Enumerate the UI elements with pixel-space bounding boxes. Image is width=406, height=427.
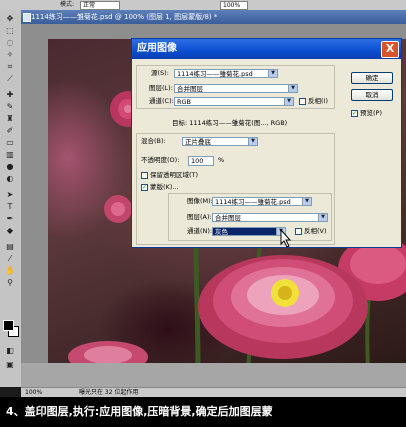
canvas-top-band (48, 24, 406, 39)
clone-stamp-icon[interactable]: ♜ (3, 114, 17, 123)
mask-layer-select[interactable]: 合并图层 ▼ (212, 213, 328, 222)
cancel-button[interactable]: 取消 (351, 89, 393, 101)
source-label: 源(S): (151, 69, 169, 77)
source-value: 1114练习——雏菊花.psd (177, 70, 253, 78)
channel-value: RGB (177, 98, 192, 106)
chevron-down-icon: ▼ (268, 70, 277, 77)
canvas-gutter (21, 24, 48, 363)
mouse-cursor-icon (280, 229, 292, 248)
pen-tool-icon[interactable]: ✒ (3, 214, 17, 223)
blending-label: 混合(B): (141, 137, 166, 145)
path-select-icon[interactable]: ➤ (3, 190, 17, 199)
document-icon (23, 13, 31, 22)
hand-tool-icon[interactable]: ✋ (3, 266, 17, 275)
shape-tool-icon[interactable]: ◆ (3, 226, 17, 235)
mask-invert-label: 反相(V) (304, 227, 327, 235)
preserve-transparency-label: 保留透明区域(T) (150, 171, 199, 179)
mask-image-value: 1114练习——雏菊花.psd (215, 198, 291, 206)
mask-invert-checkbox[interactable] (295, 228, 302, 235)
channel-label: 通道(C): (149, 97, 174, 105)
mode-label: 模式: (60, 1, 75, 8)
dodge-tool-icon[interactable]: ◐ (3, 174, 17, 183)
move-tool-icon[interactable]: ✥ (3, 14, 17, 23)
dialog-title: 应用图像 (137, 43, 177, 54)
mask-image-label: 图像(M): (187, 197, 213, 205)
daisy-main (198, 255, 368, 359)
foreground-color-swatch[interactable] (3, 320, 14, 331)
zoom-tool-icon[interactable]: ⚲ (3, 278, 17, 287)
mask-channel-value: 灰色 (215, 228, 228, 236)
channel-select[interactable]: RGB ▼ (174, 97, 294, 106)
healing-brush-icon[interactable]: ✚ (3, 90, 17, 99)
mode-select[interactable]: 正常 (80, 1, 120, 10)
tutorial-caption: 4、盖印图层,执行:应用图像,压暗背景,确定后加图层蒙 (0, 397, 406, 427)
chevron-down-icon: ▼ (318, 214, 327, 221)
blending-value: 正片叠底 (185, 138, 211, 146)
layer-label: 图层(L): (149, 84, 173, 92)
preview-checkbox[interactable]: ✓ (351, 110, 358, 117)
preview-label: 预览(P) (360, 109, 382, 117)
apply-image-dialog: 应用图像 X 源(S): 1114练习——雏菊花.psd ▼ 图层(L): 合并图… (131, 38, 402, 248)
source-select[interactable]: 1114练习——雏菊花.psd ▼ (174, 69, 278, 78)
type-tool-icon[interactable]: T (3, 202, 17, 211)
crop-tool-icon[interactable]: ⌗ (3, 62, 17, 71)
invert-label: 反相(I) (308, 97, 328, 105)
chevron-down-icon: ▼ (284, 98, 293, 105)
invert-checkbox[interactable] (299, 98, 306, 105)
marquee-tool-icon[interactable]: ⬚ (3, 26, 17, 35)
chevron-down-icon: ▼ (288, 85, 297, 92)
chevron-down-icon: ▼ (302, 198, 311, 205)
preserve-transparency-checkbox[interactable] (141, 172, 148, 179)
lasso-tool-icon[interactable]: ◌ (3, 38, 17, 47)
opacity-label: 不透明度(O): (141, 156, 180, 164)
mask-image-select[interactable]: 1114练习——雏菊花.psd ▼ (212, 197, 312, 206)
dialog-title-bar[interactable]: 应用图像 X (132, 39, 401, 59)
opacity-unit: % (218, 156, 225, 164)
mask-channel-select[interactable]: 灰色▼ (212, 227, 286, 236)
mask-checkbox[interactable]: ✓ (141, 184, 148, 191)
screen-mode-icon[interactable]: ▣ (3, 360, 17, 369)
magic-wand-icon[interactable]: ✧ (3, 50, 17, 59)
blur-tool-icon[interactable]: ● (3, 162, 17, 171)
opacity-field[interactable]: 100% (220, 1, 248, 10)
gradient-tool-icon[interactable]: ▥ (3, 150, 17, 159)
document-title-bar[interactable]: 1114练习——雏菊花.psd @ 100% (图层 1, 图层蒙版/8) * (21, 10, 406, 24)
quick-mask-icon[interactable]: ◧ (3, 346, 17, 355)
tools-panel: ✥ ⬚ ◌ ✧ ⌗ ⟋ ✚ ✎ ♜ ✐ ▭ ▥ ● ◐ ➤ T ✒ ◆ ▤ ⁄ … (0, 10, 22, 387)
blending-select[interactable]: 正片叠底 ▼ (182, 137, 258, 146)
ok-button[interactable]: 确定 (351, 72, 393, 84)
opacity-input[interactable]: 100 (188, 156, 214, 166)
brush-tool-icon[interactable]: ✎ (3, 102, 17, 111)
mask-channel-label: 通道(N): (187, 227, 213, 235)
eyedropper-icon[interactable]: ⁄ (3, 254, 17, 263)
mask-label: 蒙版(K)... (150, 183, 179, 191)
target-text: 目标: 1114练习——雏菊花(图..., RGB) (172, 119, 288, 127)
mask-layer-value: 合并图层 (215, 214, 241, 222)
eraser-tool-icon[interactable]: ▭ (3, 138, 17, 147)
small-flower-2 (104, 195, 132, 223)
chevron-down-icon: ▼ (248, 138, 257, 145)
document-title: 1114练习——雏菊花.psd @ 100% (图层 1, 图层蒙版/8) * (31, 13, 218, 21)
layer-value: 合并图层 (177, 85, 203, 93)
close-button[interactable]: X (381, 41, 399, 58)
slice-tool-icon[interactable]: ⟋ (3, 74, 17, 83)
history-brush-icon[interactable]: ✐ (3, 126, 17, 135)
mask-layer-label: 图层(A): (187, 213, 212, 221)
daisy-bottom-left (68, 341, 148, 363)
notes-tool-icon[interactable]: ▤ (3, 242, 17, 251)
layer-select[interactable]: 合并图层 ▼ (174, 84, 298, 93)
